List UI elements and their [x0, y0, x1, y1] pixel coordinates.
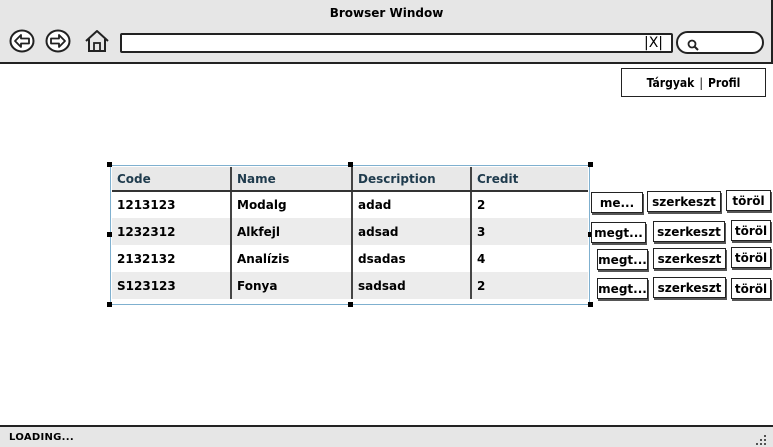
delete-button[interactable]: töröl: [731, 278, 771, 299]
cell-description: adad: [351, 191, 471, 218]
back-icon[interactable]: [9, 28, 35, 54]
cell-name: Analízis: [230, 245, 352, 272]
cell-credit: 2: [470, 272, 588, 299]
resize-handle[interactable]: [107, 232, 112, 237]
table-row[interactable]: 1232312 Alkfejl adsad 3: [112, 218, 588, 245]
cell-code: 1213123: [112, 191, 231, 218]
resize-grip-icon[interactable]: [755, 431, 767, 445]
edit-button[interactable]: szerkeszt: [653, 221, 725, 242]
column-header-name[interactable]: Name: [230, 167, 352, 192]
courses-table: Code Name Description Credit 1213123 Mod…: [112, 167, 588, 299]
home-icon[interactable]: [84, 28, 110, 54]
view-button[interactable]: me...: [591, 192, 643, 213]
delete-button[interactable]: töröl: [731, 247, 771, 268]
table-header-row: Code Name Description Credit: [112, 167, 588, 192]
cell-name: Fonya: [230, 272, 352, 299]
column-header-code[interactable]: Code: [112, 167, 231, 192]
nav-menu: Tárgyak | Profil: [621, 68, 766, 97]
resize-handle[interactable]: [348, 302, 353, 307]
view-button[interactable]: megt...: [591, 222, 646, 243]
nav-separator: |: [699, 75, 703, 90]
search-input[interactable]: [676, 31, 764, 54]
cell-code: S123123: [112, 272, 231, 299]
resize-handle[interactable]: [588, 302, 593, 307]
clear-icon[interactable]: |X|: [644, 34, 668, 52]
cell-credit: 4: [470, 245, 588, 272]
edit-button[interactable]: szerkeszt: [653, 277, 726, 298]
status-bar: LOADING...: [0, 425, 773, 447]
resize-handle[interactable]: [107, 302, 112, 307]
status-text: LOADING...: [9, 432, 74, 443]
edit-button[interactable]: szerkeszt: [647, 191, 721, 212]
cell-name: Alkfejl: [230, 218, 352, 245]
cell-credit: 3: [470, 218, 588, 245]
view-button[interactable]: megt...: [597, 278, 648, 299]
nav-item-targyak[interactable]: Tárgyak: [647, 76, 695, 90]
delete-button[interactable]: töröl: [726, 190, 771, 211]
column-header-description[interactable]: Description: [351, 167, 471, 192]
courses-table-container: Code Name Description Credit 1213123 Mod…: [107, 162, 593, 307]
cell-code: 2132132: [112, 245, 231, 272]
cell-description: sadsad: [351, 272, 471, 299]
cell-code: 1232312: [112, 218, 231, 245]
resize-handle[interactable]: [588, 162, 593, 167]
window-title: Browser Window: [329, 6, 444, 20]
nav-item-profil[interactable]: Profil: [708, 76, 740, 90]
browser-titlebar: Browser Window |X|: [0, 0, 773, 64]
resize-handle[interactable]: [348, 162, 353, 167]
resize-handle[interactable]: [107, 162, 112, 167]
delete-button[interactable]: töröl: [731, 220, 771, 241]
table-row[interactable]: 2132132 Analízis dsadas 4: [112, 245, 588, 272]
address-bar[interactable]: [120, 33, 673, 53]
cell-description: adsad: [351, 218, 471, 245]
cell-description: dsadas: [351, 245, 471, 272]
column-header-credit[interactable]: Credit: [470, 167, 588, 192]
cell-credit: 2: [470, 191, 588, 218]
cell-name: Modalg: [230, 191, 352, 218]
search-icon: [687, 36, 699, 51]
table-row[interactable]: 1213123 Modalg adad 2: [112, 191, 588, 218]
edit-button[interactable]: szerkeszt: [653, 248, 726, 269]
forward-icon[interactable]: [45, 28, 71, 54]
view-button[interactable]: megt...: [597, 249, 648, 270]
table-row[interactable]: S123123 Fonya sadsad 2: [112, 272, 588, 299]
